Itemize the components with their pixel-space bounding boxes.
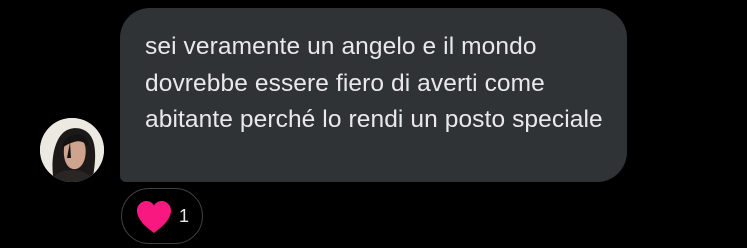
message-text: sei veramente un angelo e il mondo dovre… (145, 33, 603, 133)
reaction-count: 1 (179, 206, 190, 226)
avatar-image (40, 118, 104, 182)
heart-reaction-button[interactable]: 1 (121, 188, 203, 244)
message-bubble[interactable]: sei veramente un angelo e il mondo dovre… (120, 8, 627, 182)
message-thread: sei veramente un angelo e il mondo dovre… (0, 0, 747, 248)
sender-avatar[interactable] (40, 118, 104, 182)
heart-icon (137, 201, 171, 233)
